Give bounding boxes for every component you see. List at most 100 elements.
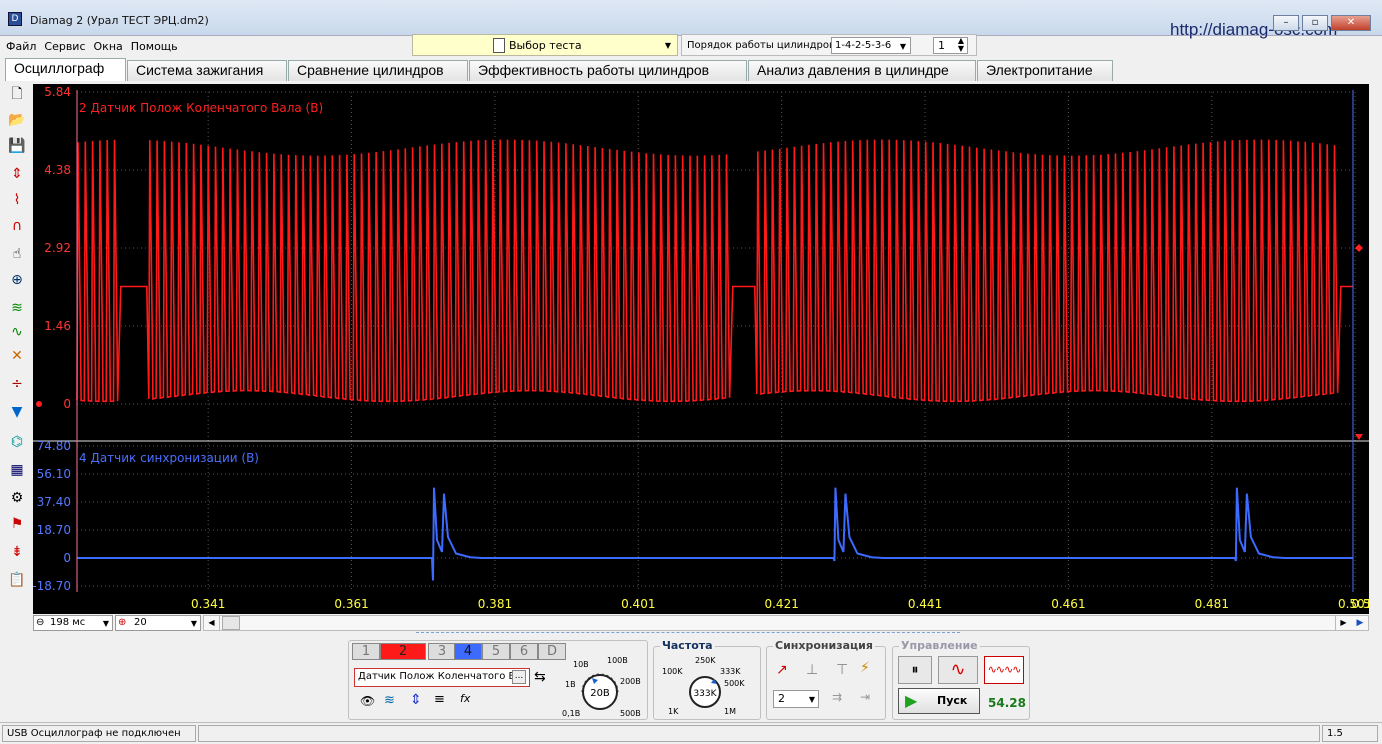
timebase-row: ⊖ 198 мс ▼ ⊕ 20 ▼ ◀ ▶ ▶ [33,615,1369,631]
continuous-wave-button[interactable]: ∿∿∿∿ [984,656,1024,684]
bottom-channel-label: 4 Датчик синхронизации (В) [79,451,259,465]
sync-rise-step-icon[interactable]: ⊥ [806,662,818,678]
start-button[interactable]: ▶ Пуск [898,688,980,714]
tab-cylinder-efficiency[interactable]: Эффективность работы цилиндров [469,60,747,81]
scroll-left-icon[interactable]: ◀ [204,616,220,630]
freq-label-1m: 1M [724,707,736,716]
channel-name-field[interactable]: Датчик Полож Коленчатого Ва [354,668,530,687]
plus-icon[interactable]: ⊕ [118,617,126,628]
chevron-down-icon: ▼ [899,42,906,51]
sync-group: Синхронизация [766,639,886,720]
menu-windows[interactable]: Окна [88,37,125,53]
cylinder-order-panel: Порядок работы цилиндров 1-4-2-5-3-6 ▼ 1 ▲… [681,34,977,56]
oscilloscope-screen[interactable]: 5.84 4.38 2.92 1.46 0 2 Датчик Полож Коленчат… [33,84,1369,614]
single-wave-button[interactable]: ∿ [938,656,978,684]
eye-icon[interactable]: 👁 [360,694,375,708]
voltage-label-1v: 1В [565,680,576,689]
top-axis-tick: 1.46 [44,319,71,333]
sync-level-icon[interactable]: ⇉ [832,690,842,704]
top-axis-tick: 5.84 [44,85,71,99]
open-folder-icon[interactable]: 📂 [7,110,27,130]
freq-label-500k: 500K [724,679,745,688]
chevron-down-icon: ▼ [102,619,109,628]
cursor-measure-icon[interactable]: ⌇ [7,190,27,210]
sync-channel-value: 2 [778,692,785,705]
channel-1-button[interactable]: 1 [352,643,380,660]
tab-power[interactable]: Электропитание [977,60,1113,81]
voltage-knob[interactable]: 20В 10В 100В 1В 200В 0,1В 500В [562,654,648,718]
wave-invert-icon[interactable]: ≋ [384,693,395,708]
oscilloscope-plot: 5.84 4.38 2.92 1.46 0 2 Датчик Полож Коленчат… [33,85,1369,611]
split-icon[interactable]: ÷ [7,374,27,394]
tab-cylinder-compare[interactable]: Сравнение цилиндров [288,60,468,81]
play-icon: ▶ [905,691,918,710]
sync-channel-select[interactable]: 2 ▼ [773,690,819,708]
menu-bar: Файл Сервис Окна Помощь [0,37,410,59]
scroll-thumb[interactable] [222,616,240,630]
filter-icon[interactable]: ≋ [7,298,27,318]
pause-button[interactable]: ⏸ [898,656,932,684]
voltage-label-10v: 10В [573,660,589,669]
channel-filter-icon[interactable]: ▼ [7,402,27,422]
status-right: 1.5 [1322,725,1378,742]
sync-rising-icon[interactable]: ↗ [776,662,788,678]
channel-4-button[interactable]: 4 [454,643,482,660]
channel-6-button[interactable]: 6 [510,643,538,660]
zoom-icon[interactable]: ⊕ [7,270,27,290]
save-icon[interactable]: 💾 [7,136,27,156]
function-icon[interactable]: fx [460,692,470,705]
tab-ignition[interactable]: Система зажигания [127,60,287,81]
channel-5-button[interactable]: 5 [482,643,510,660]
tab-oscilloscope[interactable]: Осциллограф [5,58,126,81]
new-file-icon[interactable]: 🗋 [7,84,27,104]
menu-help[interactable]: Помощь [125,37,180,53]
timebase-select[interactable]: ⊖ 198 мс ▼ [33,615,113,631]
horizontal-scrollbar[interactable]: ◀ ▶ ▶ [203,615,1369,631]
channel-2-button[interactable]: 2 [380,643,426,660]
test-select-dropdown[interactable]: Выбор теста ▼ [412,34,678,56]
auto-scale-icon[interactable]: ⇕ [7,164,27,184]
channel-settings-icon[interactable]: ⇆ [534,669,546,685]
hand-pan-icon[interactable]: ☝ [7,244,27,264]
voltage-knob-value: 20В [590,688,610,699]
top-axis-tick: 0 [63,397,71,411]
menu-file[interactable]: Файл [0,37,38,53]
panel-splitter[interactable] [416,632,960,637]
cylinder-order-select[interactable]: 1-4-2-5-3-6 ▼ [831,37,911,54]
zero-offset-icon[interactable]: ⇟ [7,542,27,562]
zoom-select[interactable]: ⊕ 20 ▼ [115,615,201,631]
time-axis-tick: 0.401 [621,597,655,611]
cross-icon[interactable]: ✕ [7,346,27,366]
cylinder-count-spinner[interactable]: 1 ▲ ▼ [933,37,968,54]
sync-position-icon[interactable]: ⇥ [860,690,870,704]
auto-settings-icon[interactable]: ⚙ [7,488,27,508]
bottom-axis-tick: 37.40 [37,495,71,509]
top-lower-marker [1355,434,1363,440]
spinner-arrows-icon[interactable]: ▲ ▼ [958,37,964,53]
maximize-button[interactable]: ▫ [1302,15,1328,31]
tab-pressure-analysis[interactable]: Анализ давления в цилиндре [748,60,976,81]
frequency-title: Частота [660,639,715,652]
cursor-peak-icon[interactable]: ∩ [7,216,27,236]
vertical-offset-icon[interactable]: ⇕ [410,692,422,708]
play-scroll-icon[interactable]: ▶ [1352,616,1368,630]
sync-auto-icon[interactable]: ⚡ [860,660,870,676]
top-axis-tick: 4.38 [44,163,71,177]
marker-flag-icon[interactable]: ⚑ [7,514,27,534]
line-style-icon[interactable]: ≡ [434,692,445,707]
minus-icon[interactable]: ⊖ [36,617,44,628]
channel-3-button[interactable]: 3 [428,643,456,660]
menu-service[interactable]: Сервис [38,37,87,53]
channel-name-more-button[interactable]: ... [512,670,526,684]
chevron-down-icon: ▼ [190,619,197,628]
frequency-knob[interactable]: 333K 250K 100K 333K 500K 1K 1M [654,652,760,716]
minimize-button[interactable]: – [1273,15,1299,31]
sync-fall-step-icon[interactable]: ⊤ [836,662,848,678]
sine-icon[interactable]: ∿ [7,322,27,342]
time-axis-tick: 0.341 [191,597,225,611]
close-button[interactable]: ✕ [1331,15,1371,31]
notes-icon[interactable]: 📋 [7,570,27,590]
spectrum-icon[interactable]: ⌬ [7,432,27,452]
table-icon[interactable]: ▦ [7,460,27,480]
scroll-right-icon[interactable]: ▶ [1335,616,1351,630]
